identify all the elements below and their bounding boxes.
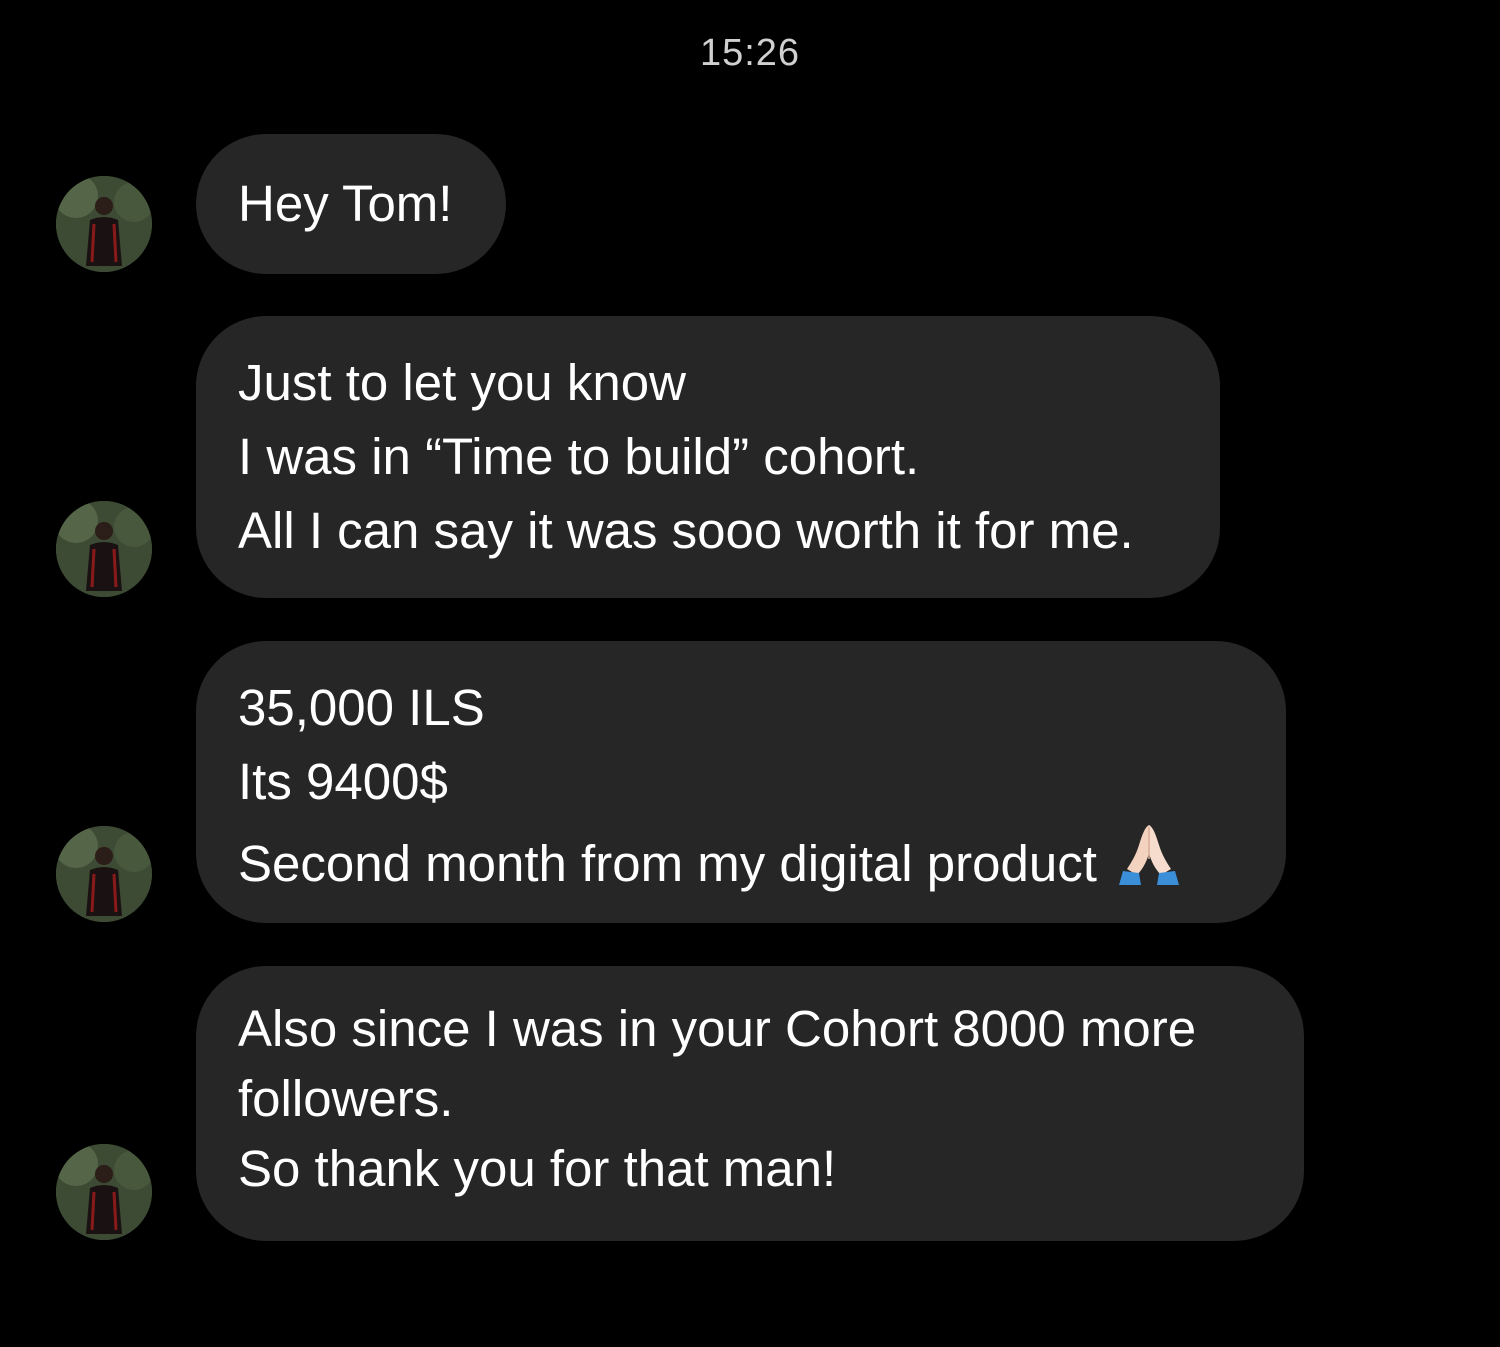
message-bubble[interactable]: 35,000 ILS Its 9400$ Second month from m… bbox=[196, 641, 1286, 923]
avatar[interactable] bbox=[56, 176, 152, 272]
message-text: I was in “Time to build” cohort. bbox=[238, 428, 920, 485]
message-text-with-emoji: Second month from my digital product bbox=[238, 819, 1246, 901]
avatar-photo-icon bbox=[56, 501, 152, 597]
avatar-photo-icon bbox=[56, 826, 152, 922]
message-text: Hey Tom! bbox=[238, 175, 453, 232]
message-text: followers. bbox=[238, 1070, 454, 1127]
timestamp: 15:26 bbox=[699, 32, 801, 74]
message-text: So thank you for that man! bbox=[238, 1140, 837, 1197]
avatar-photo-icon bbox=[56, 1144, 152, 1240]
folded-hands-icon bbox=[1115, 819, 1183, 887]
avatar[interactable] bbox=[56, 826, 152, 922]
avatar[interactable] bbox=[56, 1144, 152, 1240]
message-bubble[interactable]: Hey Tom! bbox=[196, 134, 506, 274]
message-bubble[interactable]: Also since I was in your Cohort 8000 mor… bbox=[196, 966, 1304, 1241]
message-text: Just to let you know bbox=[238, 354, 686, 411]
message-bubble[interactable]: Just to let you know I was in “Time to b… bbox=[196, 316, 1220, 598]
avatar-photo-icon bbox=[56, 176, 152, 272]
message-text: Its 9400$ bbox=[238, 753, 448, 810]
message-text: 35,000 ILS bbox=[238, 679, 485, 736]
avatar[interactable] bbox=[56, 501, 152, 597]
message-text: All I can say it was sooo worth it for m… bbox=[238, 502, 1134, 559]
message-text: Second month from my digital product bbox=[238, 835, 1097, 892]
message-text: Also since I was in your Cohort 8000 mor… bbox=[238, 1000, 1197, 1057]
